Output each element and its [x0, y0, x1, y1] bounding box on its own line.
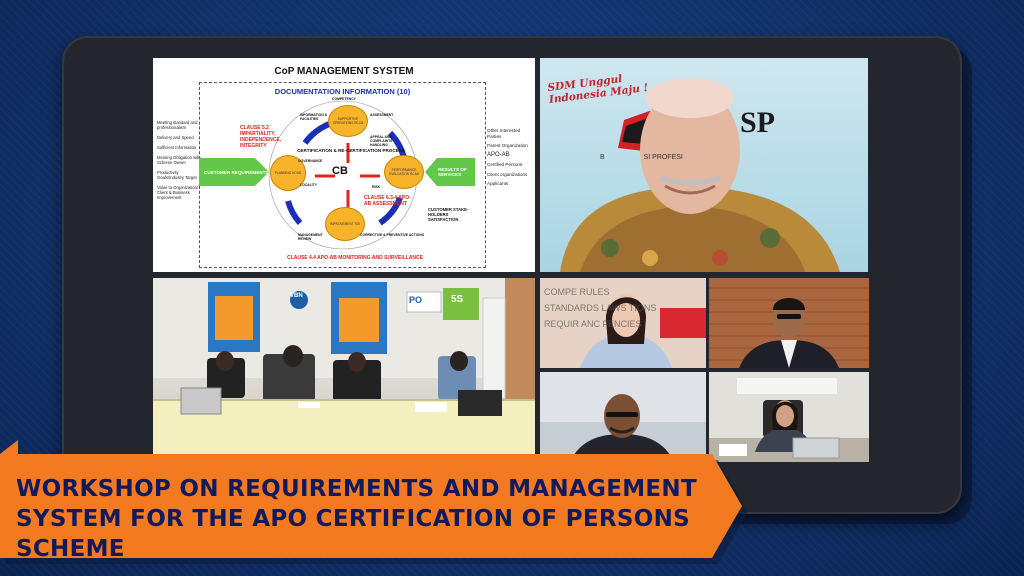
small-label: COMPETENCY [332, 97, 356, 101]
right-list-item: Applicants [487, 181, 509, 186]
participant-video-tile[interactable]: COMPE RULES STANDARDS LAWS TIONS REQUIR … [540, 278, 706, 368]
small-label: GOVERNANCE [298, 159, 323, 163]
small-label: INFORMATION & FACILITIES [300, 113, 328, 121]
process-label: CERTIFICATION & RE-CERTIFICATION PROCESS [297, 148, 405, 153]
small-label: RISK [372, 185, 381, 189]
left-list-item: Meeting Obligation with Scheme Owner [157, 155, 201, 165]
slide-right-list: Other Interested Parties Parent Organiza… [487, 128, 533, 191]
5s-logo: 5S [451, 294, 464, 305]
clause-5-2: CLAUSE 5.2 IMPARTIALITY, INDEPENDENCE, I… [240, 125, 282, 149]
orb-supportive: SUPPORTIVE OPERATIONS RCCB [328, 105, 368, 137]
right-list-item: Certified Persons [487, 162, 523, 167]
small-label: MANAGEMENT REVIEW [298, 233, 323, 241]
left-list-item: Value to Organization/ Client & Business… [157, 185, 199, 200]
left-list-item: Productivity Goals/Industry Target [157, 170, 197, 180]
cb-label: CB [332, 165, 348, 177]
small-label: LOCALITY [300, 183, 317, 187]
small-label: APPEAL AND COMPLAINTS HANDLING [370, 135, 393, 147]
right-list-item: APO-AB [487, 151, 510, 158]
participant-scene [540, 372, 706, 462]
bnsp-logo-sub: B SI PROFESI [600, 154, 683, 161]
clause-4-4: CLAUSE 4.4 APO-AB MONITORING AND SURVEIL… [287, 255, 423, 261]
customer-satisfaction: CUSTOMER STAKE-HOLDERS SATISFACTION [428, 207, 469, 222]
participant-video-tile[interactable] [709, 372, 869, 462]
right-list-item: Other Interested Parties [487, 128, 521, 139]
orb-performance: PERFORMANCE EVALUATION RCAB [384, 155, 424, 189]
speaker-video-tile[interactable]: SDM Unggul Indonesia Maju ! SP B SI PROF… [540, 58, 868, 272]
left-list-item: Sufficient Information [157, 145, 197, 150]
slide-title: CoP MANAGEMENT SYSTEM [274, 66, 414, 77]
banner-notch [0, 440, 18, 454]
participant-video-tile[interactable] [709, 278, 869, 368]
participant-scene [709, 372, 869, 462]
right-list-item: Client organizations [487, 171, 528, 177]
shared-slide-panel[interactable]: CoP MANAGEMENT SYSTEM Meeting standard a… [153, 58, 535, 272]
left-list-item: Meeting standard and professionalism [157, 120, 198, 130]
right-list-item: Parent Organization [487, 143, 528, 148]
banner-title: WORKSHOP ON REQUIREMENTS AND MANAGEMENT … [16, 474, 736, 564]
banner-line1: WORKSHOP ON REQUIREMENTS AND MANAGEMENT [16, 476, 697, 502]
small-label: ASSESSMENT [370, 113, 394, 117]
banner-line2: SYSTEM FOR THE APO CERTIFICATION OF PERS… [16, 506, 691, 562]
clause-6-3-4: CLAUSE 6.3.4 APO-AB ASSESSMENT [364, 195, 411, 207]
customer-requirements-arrow: CUSTOMER REQUIREMENTS [199, 158, 269, 186]
left-list-item: Delivery and Speed [157, 135, 194, 140]
meeting-room-video-tile[interactable]: VBN PO 5S [153, 278, 535, 459]
small-label: CORRECTIVE & PREVENTIVE ACTIONS [360, 233, 425, 237]
speaker-person [560, 78, 840, 272]
po-logo: PO [409, 295, 423, 305]
backdrop-words: COMPE RULES STANDARDS LAWS TIONS REQUIR … [544, 287, 657, 329]
participant-scene [709, 278, 869, 368]
vbn-logo: VBN [290, 293, 303, 299]
bnsp-logo-text: SP [740, 106, 776, 139]
participant-video-tile[interactable] [540, 372, 706, 462]
orb-improvement: IMPROVEMENT SOI [325, 207, 365, 241]
slide-left-list: Meeting standard and professionalism Del… [157, 120, 201, 205]
meeting-room-scene [153, 278, 535, 459]
